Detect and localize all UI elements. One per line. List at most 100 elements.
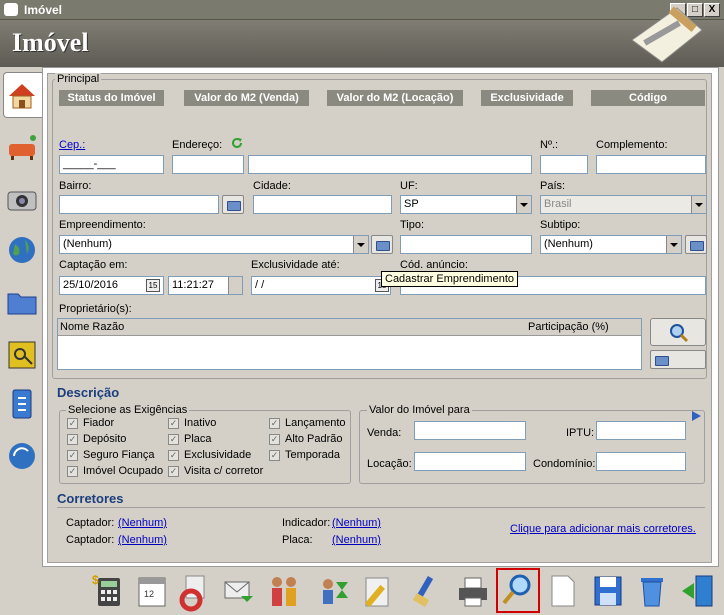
status-imovel-button[interactable]: Status do Imóvel	[59, 90, 164, 106]
visita-corretor-label: Visita c/ corretor	[184, 465, 264, 477]
visita-corretor-checkbox[interactable]: ✓	[168, 466, 179, 477]
captador-label-2: Captador:	[66, 534, 115, 546]
bairro-folder-button[interactable]	[222, 195, 244, 214]
placa-corretor-link[interactable]: (Nenhum)	[332, 534, 381, 546]
numero-label: Nº.:	[540, 139, 559, 151]
subtipo-folder-button[interactable]	[685, 235, 707, 254]
complemento-input[interactable]	[596, 155, 706, 174]
alto-padrao-checkbox[interactable]: ✓	[269, 434, 280, 445]
venda-input[interactable]	[414, 421, 526, 440]
iptu-input[interactable]	[596, 421, 686, 440]
trash-icon[interactable]	[632, 570, 672, 612]
page-header: Imóvel	[0, 20, 724, 67]
valor-m2-locacao-button[interactable]: Valor do M2 (Locação)	[327, 90, 463, 106]
indicador-link[interactable]: (Nenhum)	[332, 517, 381, 529]
globe-refresh-icon[interactable]	[5, 438, 39, 474]
exclusividade-button[interactable]: Exclusividade	[481, 90, 573, 106]
temporada-checkbox[interactable]: ✓	[269, 450, 280, 461]
exclusividade-ate-input[interactable]: / /	[251, 276, 391, 295]
document-icon[interactable]	[5, 386, 39, 422]
cep-input[interactable]: _____-___	[59, 155, 164, 174]
valor-imovel-label: Valor do Imóvel para	[367, 404, 472, 416]
email-icon[interactable]	[217, 570, 257, 612]
subtipo-label: Subtipo:	[540, 219, 581, 231]
locacao-input[interactable]	[414, 452, 526, 471]
corretores-divider	[57, 507, 705, 508]
iptu-label: IPTU:	[566, 427, 595, 439]
calendar-icon[interactable]: 12	[131, 570, 171, 612]
subtipo-select[interactable]: (Nenhum)	[540, 235, 682, 254]
house-icon[interactable]	[5, 78, 39, 114]
bairro-select[interactable]	[59, 195, 219, 214]
add-corretores-link[interactable]: Clique para adicionar mais corretores.	[510, 523, 696, 535]
condominio-label: Condomínio:	[533, 458, 596, 470]
edit-icon[interactable]	[358, 570, 398, 612]
calculator-icon[interactable]: $	[88, 570, 128, 612]
svg-text:$: $	[92, 573, 99, 587]
placa-checkbox[interactable]: ✓	[168, 434, 179, 445]
empreendimento-select[interactable]: (Nenhum)	[59, 235, 369, 254]
search-icon[interactable]	[498, 570, 538, 612]
indicador-label: Indicador:	[282, 517, 331, 529]
new-document-icon[interactable]	[542, 570, 582, 612]
deposito-label: Depósito	[83, 433, 127, 445]
uf-label: UF:	[400, 180, 418, 192]
corretores-title: Corretores	[57, 491, 124, 506]
endereco-type-select[interactable]	[172, 155, 244, 174]
refresh-icon[interactable]	[231, 137, 243, 149]
column-participacao: Participação (%)	[528, 321, 609, 333]
captador-link[interactable]: (Nenhum)	[118, 517, 167, 529]
empreendimento-folder-button[interactable]	[371, 235, 393, 254]
imovel-ocupado-label: Imóvel Ocupado	[83, 465, 164, 477]
exclusividade-ate-label: Exclusividade até:	[251, 259, 340, 271]
captador-link-2[interactable]: (Nenhum)	[118, 534, 167, 546]
save-icon[interactable]	[588, 570, 628, 612]
uf-value: SP	[404, 198, 419, 210]
tipo-select[interactable]	[400, 235, 532, 254]
camera-icon[interactable]	[5, 182, 39, 218]
exclusividade-checkbox[interactable]: ✓	[168, 450, 179, 461]
complemento-label: Complemento:	[596, 139, 668, 151]
numero-input[interactable]	[540, 155, 588, 174]
pais-select[interactable]: Brasil	[540, 195, 707, 214]
valor-m2-venda-button[interactable]: Valor do M2 (Venda)	[184, 90, 309, 106]
exclusividade-label: Exclusividade	[184, 449, 252, 461]
proprietarios-table[interactable]: Nome Razão Participação (%)	[57, 318, 642, 370]
transfer-icon[interactable]	[314, 570, 354, 612]
time-spinner[interactable]	[228, 277, 242, 294]
search-owner-button[interactable]	[650, 318, 706, 346]
exclusividade-ate-value: / /	[255, 279, 265, 291]
codigo-button[interactable]: Código	[591, 90, 705, 106]
printer-icon[interactable]	[453, 570, 493, 612]
lifebuoy-icon[interactable]	[174, 570, 214, 612]
inativo-checkbox[interactable]: ✓	[168, 418, 179, 429]
endereco-label: Endereço:	[172, 139, 223, 151]
imovel-ocupado-checkbox[interactable]: ✓	[67, 466, 78, 477]
brush-icon[interactable]	[406, 570, 446, 612]
keys-icon[interactable]	[5, 336, 39, 372]
play-arrow-icon[interactable]	[690, 410, 702, 422]
cidade-select[interactable]	[253, 195, 392, 214]
deposito-checkbox[interactable]: ✓	[67, 434, 78, 445]
endereco-input[interactable]	[248, 155, 532, 174]
condominio-input[interactable]	[596, 452, 686, 471]
furniture-icon[interactable]	[5, 130, 39, 166]
seguro-fianca-checkbox[interactable]: ✓	[67, 450, 78, 461]
cod-anuncio-label: Cód. anúncio:	[400, 259, 468, 271]
principal-label: Principal	[55, 73, 102, 85]
uf-select[interactable]: SP	[400, 195, 532, 214]
tipo-label: Tipo:	[400, 219, 425, 231]
lancamento-checkbox[interactable]: ✓	[269, 418, 280, 429]
cep-label-link[interactable]: Cep.:	[59, 139, 85, 151]
folder-icon[interactable]	[5, 284, 39, 320]
exit-icon[interactable]	[678, 570, 718, 612]
people-icon[interactable]	[264, 570, 304, 612]
table-header: Nome Razão Participação (%)	[58, 319, 641, 336]
window-app-icon	[4, 3, 18, 16]
tooltip: Cadastrar Emprendimento	[381, 271, 519, 287]
owner-folder-button[interactable]	[650, 350, 706, 369]
calendar-icon[interactable]: 15	[146, 279, 160, 292]
globe-icon[interactable]	[5, 232, 39, 268]
fiador-checkbox[interactable]: ✓	[67, 418, 78, 429]
descricao-title: Descrição	[57, 385, 120, 400]
